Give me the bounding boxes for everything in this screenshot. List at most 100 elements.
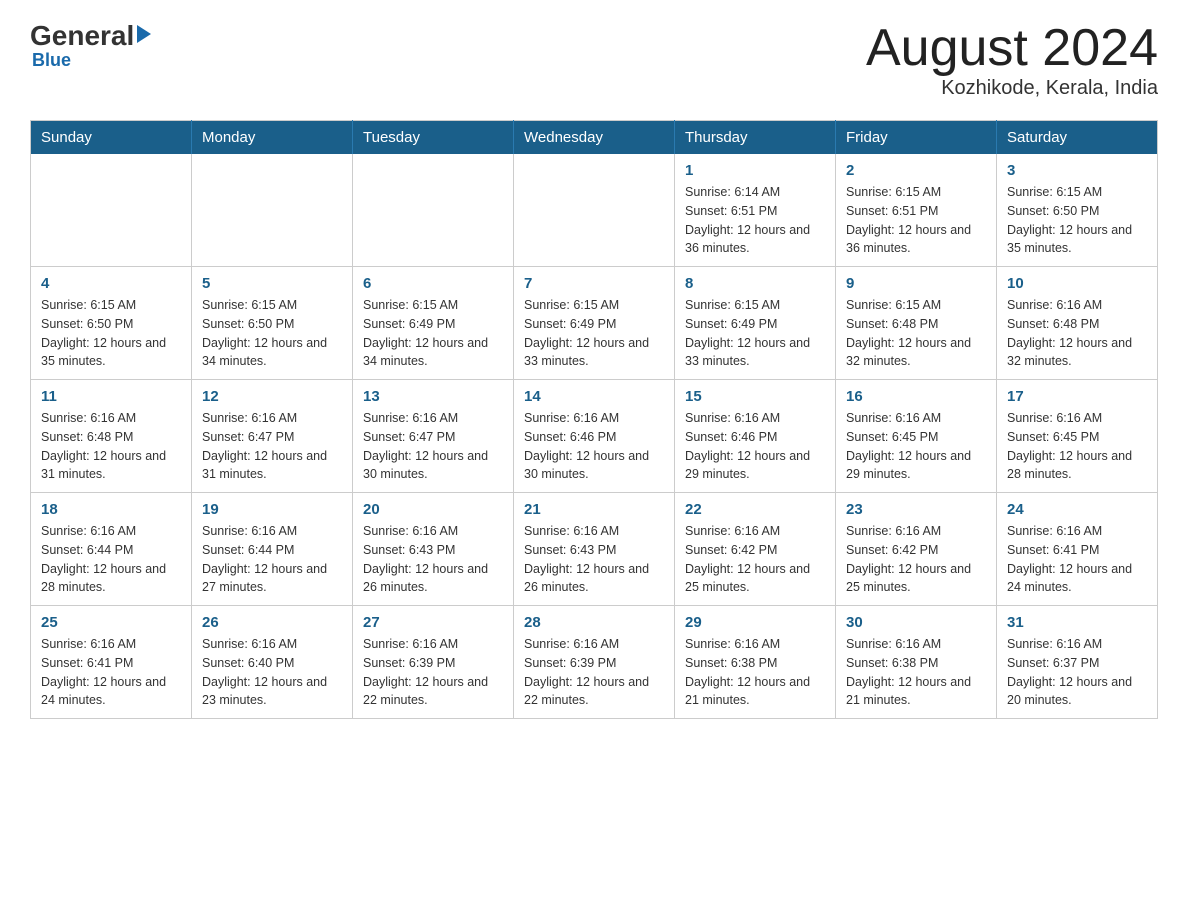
calendar-day-cell bbox=[353, 154, 514, 267]
day-info: Sunrise: 6:16 AM Sunset: 6:46 PM Dayligh… bbox=[685, 409, 825, 484]
calendar-day-cell: 28 Sunrise: 6:16 AM Sunset: 6:39 PM Dayli… bbox=[514, 606, 675, 719]
logo: General Blue bbox=[30, 20, 151, 71]
day-info: Sunrise: 6:15 AM Sunset: 6:49 PM Dayligh… bbox=[685, 296, 825, 371]
calendar-day-cell: 15Sunrise: 6:16 AM Sunset: 6:46 PM Dayli… bbox=[675, 380, 836, 493]
day-info: Sunrise: 6:16 AM Sunset: 6:42 PM Dayligh… bbox=[846, 522, 986, 597]
calendar-day-cell: 21 Sunrise: 6:16 AM Sunset: 6:43 PM Dayli… bbox=[514, 493, 675, 606]
calendar-week-row: 1Sunrise: 6:14 AM Sunset: 6:51 PM Daylig… bbox=[31, 154, 1158, 267]
day-number: 17 bbox=[1007, 388, 1147, 405]
calendar-day-cell: 29 Sunrise: 6:16 AM Sunset: 6:38 PM Dayli… bbox=[675, 606, 836, 719]
calendar-day-cell: 31Sunrise: 6:16 AM Sunset: 6:37 PM Dayli… bbox=[997, 606, 1158, 719]
calendar-day-cell: 9 Sunrise: 6:15 AM Sunset: 6:48 PM Daylig… bbox=[836, 267, 997, 380]
day-number: 12 bbox=[202, 388, 342, 405]
day-info: Sunrise: 6:16 AM Sunset: 6:48 PM Dayligh… bbox=[41, 409, 181, 484]
day-info: Sunrise: 6:15 AM Sunset: 6:50 PM Dayligh… bbox=[41, 296, 181, 371]
logo-general-text: General bbox=[30, 20, 134, 52]
calendar-table: SundayMondayTuesdayWednesdayThursdayFrid… bbox=[30, 120, 1158, 719]
day-of-week-header: Wednesday bbox=[514, 121, 675, 155]
calendar-day-cell: 24Sunrise: 6:16 AM Sunset: 6:41 PM Dayli… bbox=[997, 493, 1158, 606]
calendar-header-row: SundayMondayTuesdayWednesdayThursdayFrid… bbox=[31, 121, 1158, 155]
day-number: 18 bbox=[41, 501, 181, 518]
calendar-day-cell: 25Sunrise: 6:16 AM Sunset: 6:41 PM Dayli… bbox=[31, 606, 192, 719]
day-info: Sunrise: 6:16 AM Sunset: 6:44 PM Dayligh… bbox=[202, 522, 342, 597]
day-info: Sunrise: 6:16 AM Sunset: 6:41 PM Dayligh… bbox=[1007, 522, 1147, 597]
calendar-day-cell: 7 Sunrise: 6:15 AM Sunset: 6:49 PM Daylig… bbox=[514, 267, 675, 380]
day-number: 2 bbox=[846, 162, 986, 179]
calendar-week-row: 25Sunrise: 6:16 AM Sunset: 6:41 PM Dayli… bbox=[31, 606, 1158, 719]
day-number: 19 bbox=[202, 501, 342, 518]
calendar-day-cell: 5Sunrise: 6:15 AM Sunset: 6:50 PM Daylig… bbox=[192, 267, 353, 380]
calendar-day-cell: 20Sunrise: 6:16 AM Sunset: 6:43 PM Dayli… bbox=[353, 493, 514, 606]
calendar-day-cell: 2Sunrise: 6:15 AM Sunset: 6:51 PM Daylig… bbox=[836, 154, 997, 267]
day-info: Sunrise: 6:16 AM Sunset: 6:39 PM Dayligh… bbox=[524, 635, 664, 710]
day-number: 14 bbox=[524, 388, 664, 405]
day-number: 21 bbox=[524, 501, 664, 518]
day-info: Sunrise: 6:15 AM Sunset: 6:48 PM Dayligh… bbox=[846, 296, 986, 371]
calendar-day-cell: 11 Sunrise: 6:16 AM Sunset: 6:48 PM Dayli… bbox=[31, 380, 192, 493]
calendar-day-cell: 4Sunrise: 6:15 AM Sunset: 6:50 PM Daylig… bbox=[31, 267, 192, 380]
day-number: 16 bbox=[846, 388, 986, 405]
calendar-week-row: 11 Sunrise: 6:16 AM Sunset: 6:48 PM Dayli… bbox=[31, 380, 1158, 493]
day-of-week-header: Thursday bbox=[675, 121, 836, 155]
calendar-day-cell: 13 Sunrise: 6:16 AM Sunset: 6:47 PM Dayli… bbox=[353, 380, 514, 493]
calendar-day-cell: 22Sunrise: 6:16 AM Sunset: 6:42 PM Dayli… bbox=[675, 493, 836, 606]
calendar-day-cell: 18 Sunrise: 6:16 AM Sunset: 6:44 PM Dayli… bbox=[31, 493, 192, 606]
day-number: 13 bbox=[363, 388, 503, 405]
calendar-day-cell bbox=[31, 154, 192, 267]
day-number: 8 bbox=[685, 275, 825, 292]
calendar-day-cell: 10Sunrise: 6:16 AM Sunset: 6:48 PM Dayli… bbox=[997, 267, 1158, 380]
day-info: Sunrise: 6:16 AM Sunset: 6:47 PM Dayligh… bbox=[202, 409, 342, 484]
calendar-week-row: 4Sunrise: 6:15 AM Sunset: 6:50 PM Daylig… bbox=[31, 267, 1158, 380]
day-number: 26 bbox=[202, 614, 342, 631]
calendar-day-cell: 30Sunrise: 6:16 AM Sunset: 6:38 PM Dayli… bbox=[836, 606, 997, 719]
day-info: Sunrise: 6:16 AM Sunset: 6:45 PM Dayligh… bbox=[846, 409, 986, 484]
day-of-week-header: Saturday bbox=[997, 121, 1158, 155]
day-info: Sunrise: 6:16 AM Sunset: 6:43 PM Dayligh… bbox=[363, 522, 503, 597]
day-number: 30 bbox=[846, 614, 986, 631]
day-number: 28 bbox=[524, 614, 664, 631]
day-number: 6 bbox=[363, 275, 503, 292]
calendar-day-cell: 26 Sunrise: 6:16 AM Sunset: 6:40 PM Dayli… bbox=[192, 606, 353, 719]
day-info: Sunrise: 6:16 AM Sunset: 6:43 PM Dayligh… bbox=[524, 522, 664, 597]
day-number: 23 bbox=[846, 501, 986, 518]
day-info: Sunrise: 6:16 AM Sunset: 6:45 PM Dayligh… bbox=[1007, 409, 1147, 484]
calendar-day-cell: 17 Sunrise: 6:16 AM Sunset: 6:45 PM Dayli… bbox=[997, 380, 1158, 493]
page-header: General Blue August 2024 Kozhikode, Kera… bbox=[30, 20, 1158, 100]
logo-arrow-icon bbox=[137, 25, 151, 43]
day-number: 9 bbox=[846, 275, 986, 292]
day-info: Sunrise: 6:14 AM Sunset: 6:51 PM Dayligh… bbox=[685, 183, 825, 258]
day-number: 7 bbox=[524, 275, 664, 292]
day-info: Sunrise: 6:16 AM Sunset: 6:37 PM Dayligh… bbox=[1007, 635, 1147, 710]
calendar-day-cell: 19 Sunrise: 6:16 AM Sunset: 6:44 PM Dayli… bbox=[192, 493, 353, 606]
day-info: Sunrise: 6:16 AM Sunset: 6:47 PM Dayligh… bbox=[363, 409, 503, 484]
day-info: Sunrise: 6:16 AM Sunset: 6:46 PM Dayligh… bbox=[524, 409, 664, 484]
day-info: Sunrise: 6:16 AM Sunset: 6:38 PM Dayligh… bbox=[685, 635, 825, 710]
calendar-title: August 2024 bbox=[866, 20, 1158, 77]
day-info: Sunrise: 6:16 AM Sunset: 6:40 PM Dayligh… bbox=[202, 635, 342, 710]
day-info: Sunrise: 6:15 AM Sunset: 6:50 PM Dayligh… bbox=[1007, 183, 1147, 258]
day-info: Sunrise: 6:16 AM Sunset: 6:44 PM Dayligh… bbox=[41, 522, 181, 597]
calendar-day-cell: 23 Sunrise: 6:16 AM Sunset: 6:42 PM Dayli… bbox=[836, 493, 997, 606]
calendar-day-cell: 6 Sunrise: 6:15 AM Sunset: 6:49 PM Daylig… bbox=[353, 267, 514, 380]
day-of-week-header: Monday bbox=[192, 121, 353, 155]
calendar-day-cell: 12 Sunrise: 6:16 AM Sunset: 6:47 PM Dayli… bbox=[192, 380, 353, 493]
day-number: 29 bbox=[685, 614, 825, 631]
day-info: Sunrise: 6:15 AM Sunset: 6:49 PM Dayligh… bbox=[524, 296, 664, 371]
calendar-day-cell: 14 Sunrise: 6:16 AM Sunset: 6:46 PM Dayli… bbox=[514, 380, 675, 493]
day-info: Sunrise: 6:15 AM Sunset: 6:49 PM Dayligh… bbox=[363, 296, 503, 371]
calendar-day-cell bbox=[192, 154, 353, 267]
calendar-week-row: 18 Sunrise: 6:16 AM Sunset: 6:44 PM Dayli… bbox=[31, 493, 1158, 606]
logo-blue-text: Blue bbox=[30, 50, 71, 71]
calendar-location: Kozhikode, Kerala, India bbox=[866, 77, 1158, 100]
day-number: 27 bbox=[363, 614, 503, 631]
calendar-day-cell bbox=[514, 154, 675, 267]
day-number: 22 bbox=[685, 501, 825, 518]
day-info: Sunrise: 6:16 AM Sunset: 6:41 PM Dayligh… bbox=[41, 635, 181, 710]
calendar-day-cell: 16 Sunrise: 6:16 AM Sunset: 6:45 PM Dayli… bbox=[836, 380, 997, 493]
calendar-day-cell: 8 Sunrise: 6:15 AM Sunset: 6:49 PM Daylig… bbox=[675, 267, 836, 380]
calendar-day-cell: 27 Sunrise: 6:16 AM Sunset: 6:39 PM Dayli… bbox=[353, 606, 514, 719]
day-number: 5 bbox=[202, 275, 342, 292]
day-info: Sunrise: 6:16 AM Sunset: 6:48 PM Dayligh… bbox=[1007, 296, 1147, 371]
day-number: 11 bbox=[41, 388, 181, 405]
day-info: Sunrise: 6:16 AM Sunset: 6:39 PM Dayligh… bbox=[363, 635, 503, 710]
